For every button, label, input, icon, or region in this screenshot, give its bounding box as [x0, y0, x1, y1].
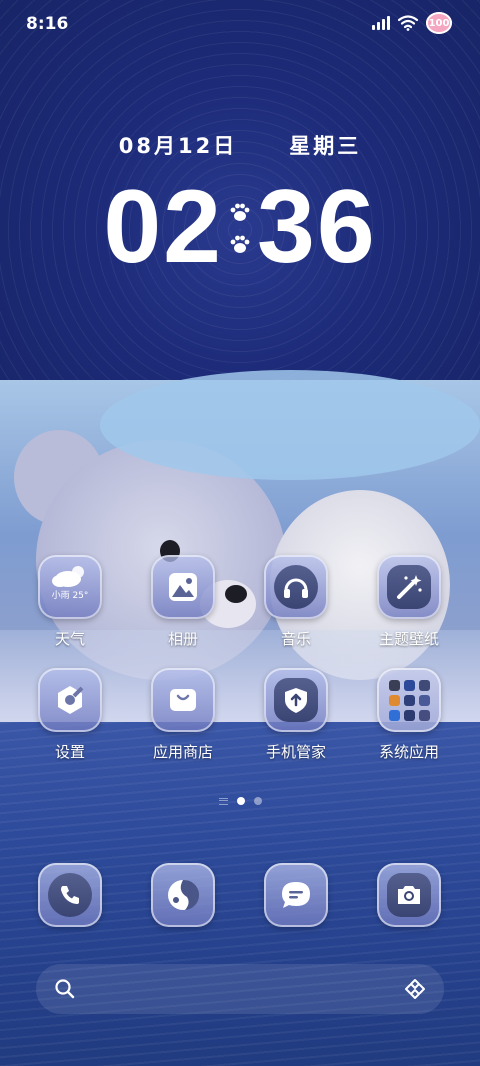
- search-bar[interactable]: [36, 964, 444, 1014]
- settings-icon: [58, 686, 84, 714]
- gallery-icon: [169, 573, 197, 601]
- app-label: 系统应用: [378, 743, 439, 761]
- browser-icon-wrap: [151, 863, 215, 927]
- app-store-icon: [170, 689, 196, 711]
- folder-icon: [377, 668, 441, 732]
- page-indicator[interactable]: [0, 797, 480, 805]
- settings-icon-wrap: [38, 668, 102, 732]
- app-settings[interactable]: 设置: [20, 668, 120, 762]
- messages-icon: [282, 882, 310, 908]
- date-text: 08月12日: [118, 134, 238, 158]
- app-phone-manager[interactable]: 手机管家: [246, 668, 346, 762]
- paw-icon: [230, 235, 250, 253]
- music-icon-wrap: [264, 555, 328, 619]
- battery-heart-icon: 100: [426, 12, 452, 34]
- dock-browser[interactable]: [133, 863, 233, 927]
- app-theme-wallpaper[interactable]: 主题壁纸: [359, 555, 459, 649]
- status-icons: 100: [372, 12, 452, 34]
- phone-manager-icon: [285, 688, 307, 713]
- app-gallery[interactable]: 相册: [133, 555, 233, 649]
- status-time: 8:16: [26, 14, 69, 34]
- dock-messages[interactable]: [246, 863, 346, 927]
- battery-level: 100: [428, 17, 450, 29]
- camera-icon: [398, 886, 420, 904]
- page-dot-active: [236, 797, 245, 805]
- theme-wand-icon: [397, 575, 422, 599]
- app-label: 天气: [54, 630, 85, 648]
- weather-icon: 小雨 25°: [38, 555, 102, 619]
- app-music[interactable]: 音乐: [246, 555, 346, 649]
- app-system-folder[interactable]: 系统应用: [359, 668, 459, 762]
- app-store-icon-wrap: [151, 668, 215, 732]
- browser-icon: [168, 879, 200, 910]
- phone-icon: [61, 886, 79, 904]
- app-label: 应用商店: [152, 743, 213, 761]
- messages-icon-wrap: [264, 863, 328, 927]
- gallery-icon-wrap: [151, 555, 215, 619]
- camera-icon-wrap: [377, 863, 441, 927]
- app-weather[interactable]: 小雨 25° 天气: [20, 555, 120, 649]
- page-dot: [253, 797, 262, 805]
- clock-widget[interactable]: 02 36: [0, 168, 480, 287]
- phone-icon-wrap: [38, 863, 102, 927]
- clock-separator: [229, 201, 251, 255]
- clock-minutes: 36: [257, 169, 377, 285]
- music-icon: [284, 578, 308, 598]
- weather-badge: 小雨 25°: [51, 591, 89, 601]
- wifi-icon: [398, 15, 418, 31]
- weekday-text: 星期三: [289, 134, 362, 158]
- signal-icon: [372, 16, 390, 30]
- app-label: 相册: [167, 630, 198, 648]
- dock-camera[interactable]: [359, 863, 459, 927]
- app-label: 手机管家: [265, 743, 326, 761]
- scan-icon[interactable]: [404, 978, 426, 1000]
- app-label: 设置: [54, 743, 85, 761]
- phone-manager-icon-wrap: [264, 668, 328, 732]
- status-bar: 8:16 100: [0, 0, 480, 50]
- search-icon[interactable]: [54, 978, 76, 1000]
- menu-lines-icon: [218, 797, 228, 805]
- paw-icon: [230, 203, 250, 221]
- dock-phone[interactable]: [20, 863, 120, 927]
- app-label: 音乐: [280, 630, 311, 648]
- folder-preview: [388, 679, 430, 721]
- theme-wand-icon-wrap: [377, 555, 441, 619]
- app-store[interactable]: 应用商店: [133, 668, 233, 762]
- clock-hours: 02: [103, 169, 223, 285]
- app-label: 主题壁纸: [378, 630, 439, 648]
- date-row[interactable]: 08月12日 星期三: [0, 130, 480, 160]
